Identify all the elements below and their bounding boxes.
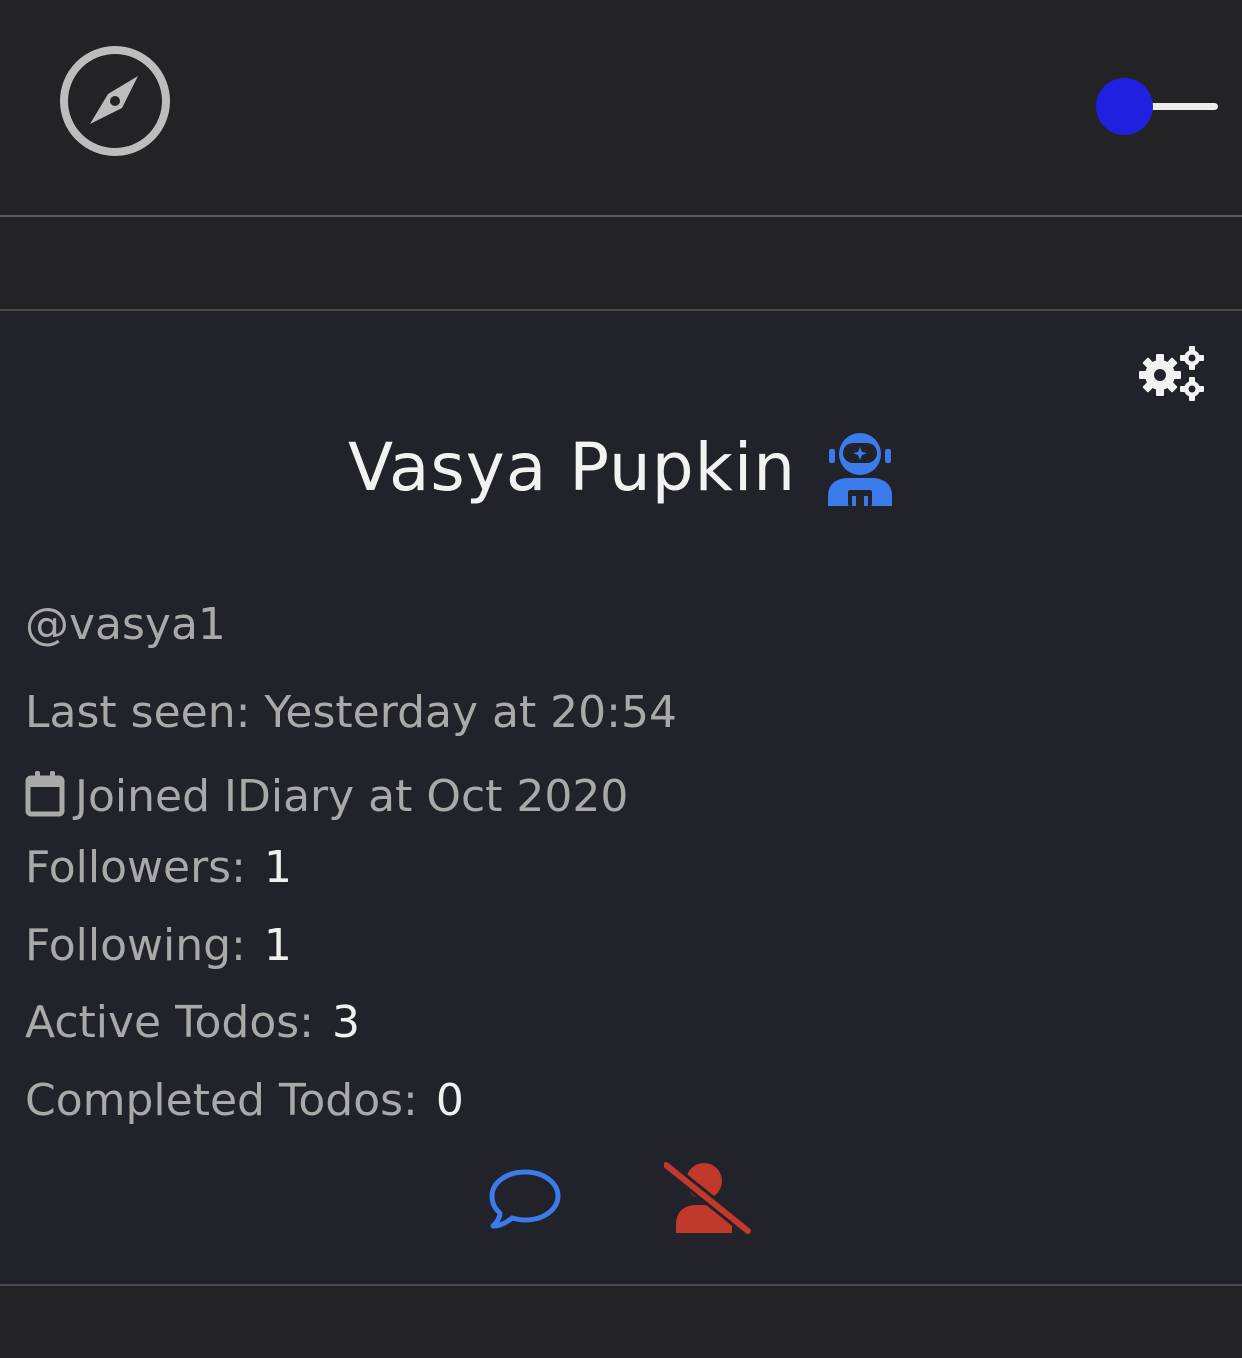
following-count: 1 <box>263 920 292 971</box>
user-astronaut-icon <box>828 432 893 506</box>
followers-count: 1 <box>263 842 292 893</box>
secondary-bar <box>0 217 1242 311</box>
compass-icon[interactable] <box>58 44 172 158</box>
completed-todos-stat: Completed Todos: 0 <box>25 1079 464 1123</box>
toggle-knob <box>1096 78 1153 135</box>
cogs-icon[interactable] <box>1134 345 1206 403</box>
unfollow-button[interactable] <box>664 1161 754 1237</box>
profile-name-row: Vasya Pupkin <box>0 429 1242 519</box>
profile-name: Vasya Pupkin <box>347 429 797 506</box>
active-todos-label: Active Todos: <box>25 997 315 1048</box>
following-stat[interactable]: Following: 1 <box>25 924 292 968</box>
calendar-icon <box>25 771 65 817</box>
profile-handle: @vasya1 <box>25 599 226 650</box>
completed-todos-count: 0 <box>435 1075 464 1126</box>
profile-card: Vasya Pupkin @vasya1 Last seen: Yesterda… <box>0 311 1242 1286</box>
joined-text: Joined IDiary at Oct 2020 <box>75 771 629 822</box>
completed-todos-label: Completed Todos: <box>25 1075 418 1126</box>
joined-date: Joined IDiary at Oct 2020 <box>25 769 628 819</box>
active-todos-count: 3 <box>332 997 361 1048</box>
message-button[interactable] <box>488 1167 562 1231</box>
followers-stat[interactable]: Followers: 1 <box>25 846 292 890</box>
top-navbar <box>0 0 1242 217</box>
active-todos-stat: Active Todos: 3 <box>25 1001 360 1045</box>
followers-label: Followers: <box>25 842 246 893</box>
theme-toggle[interactable] <box>1094 76 1220 136</box>
following-label: Following: <box>25 920 246 971</box>
profile-actions <box>0 1161 1242 1241</box>
last-seen: Last seen: Yesterday at 20:54 <box>25 687 677 738</box>
